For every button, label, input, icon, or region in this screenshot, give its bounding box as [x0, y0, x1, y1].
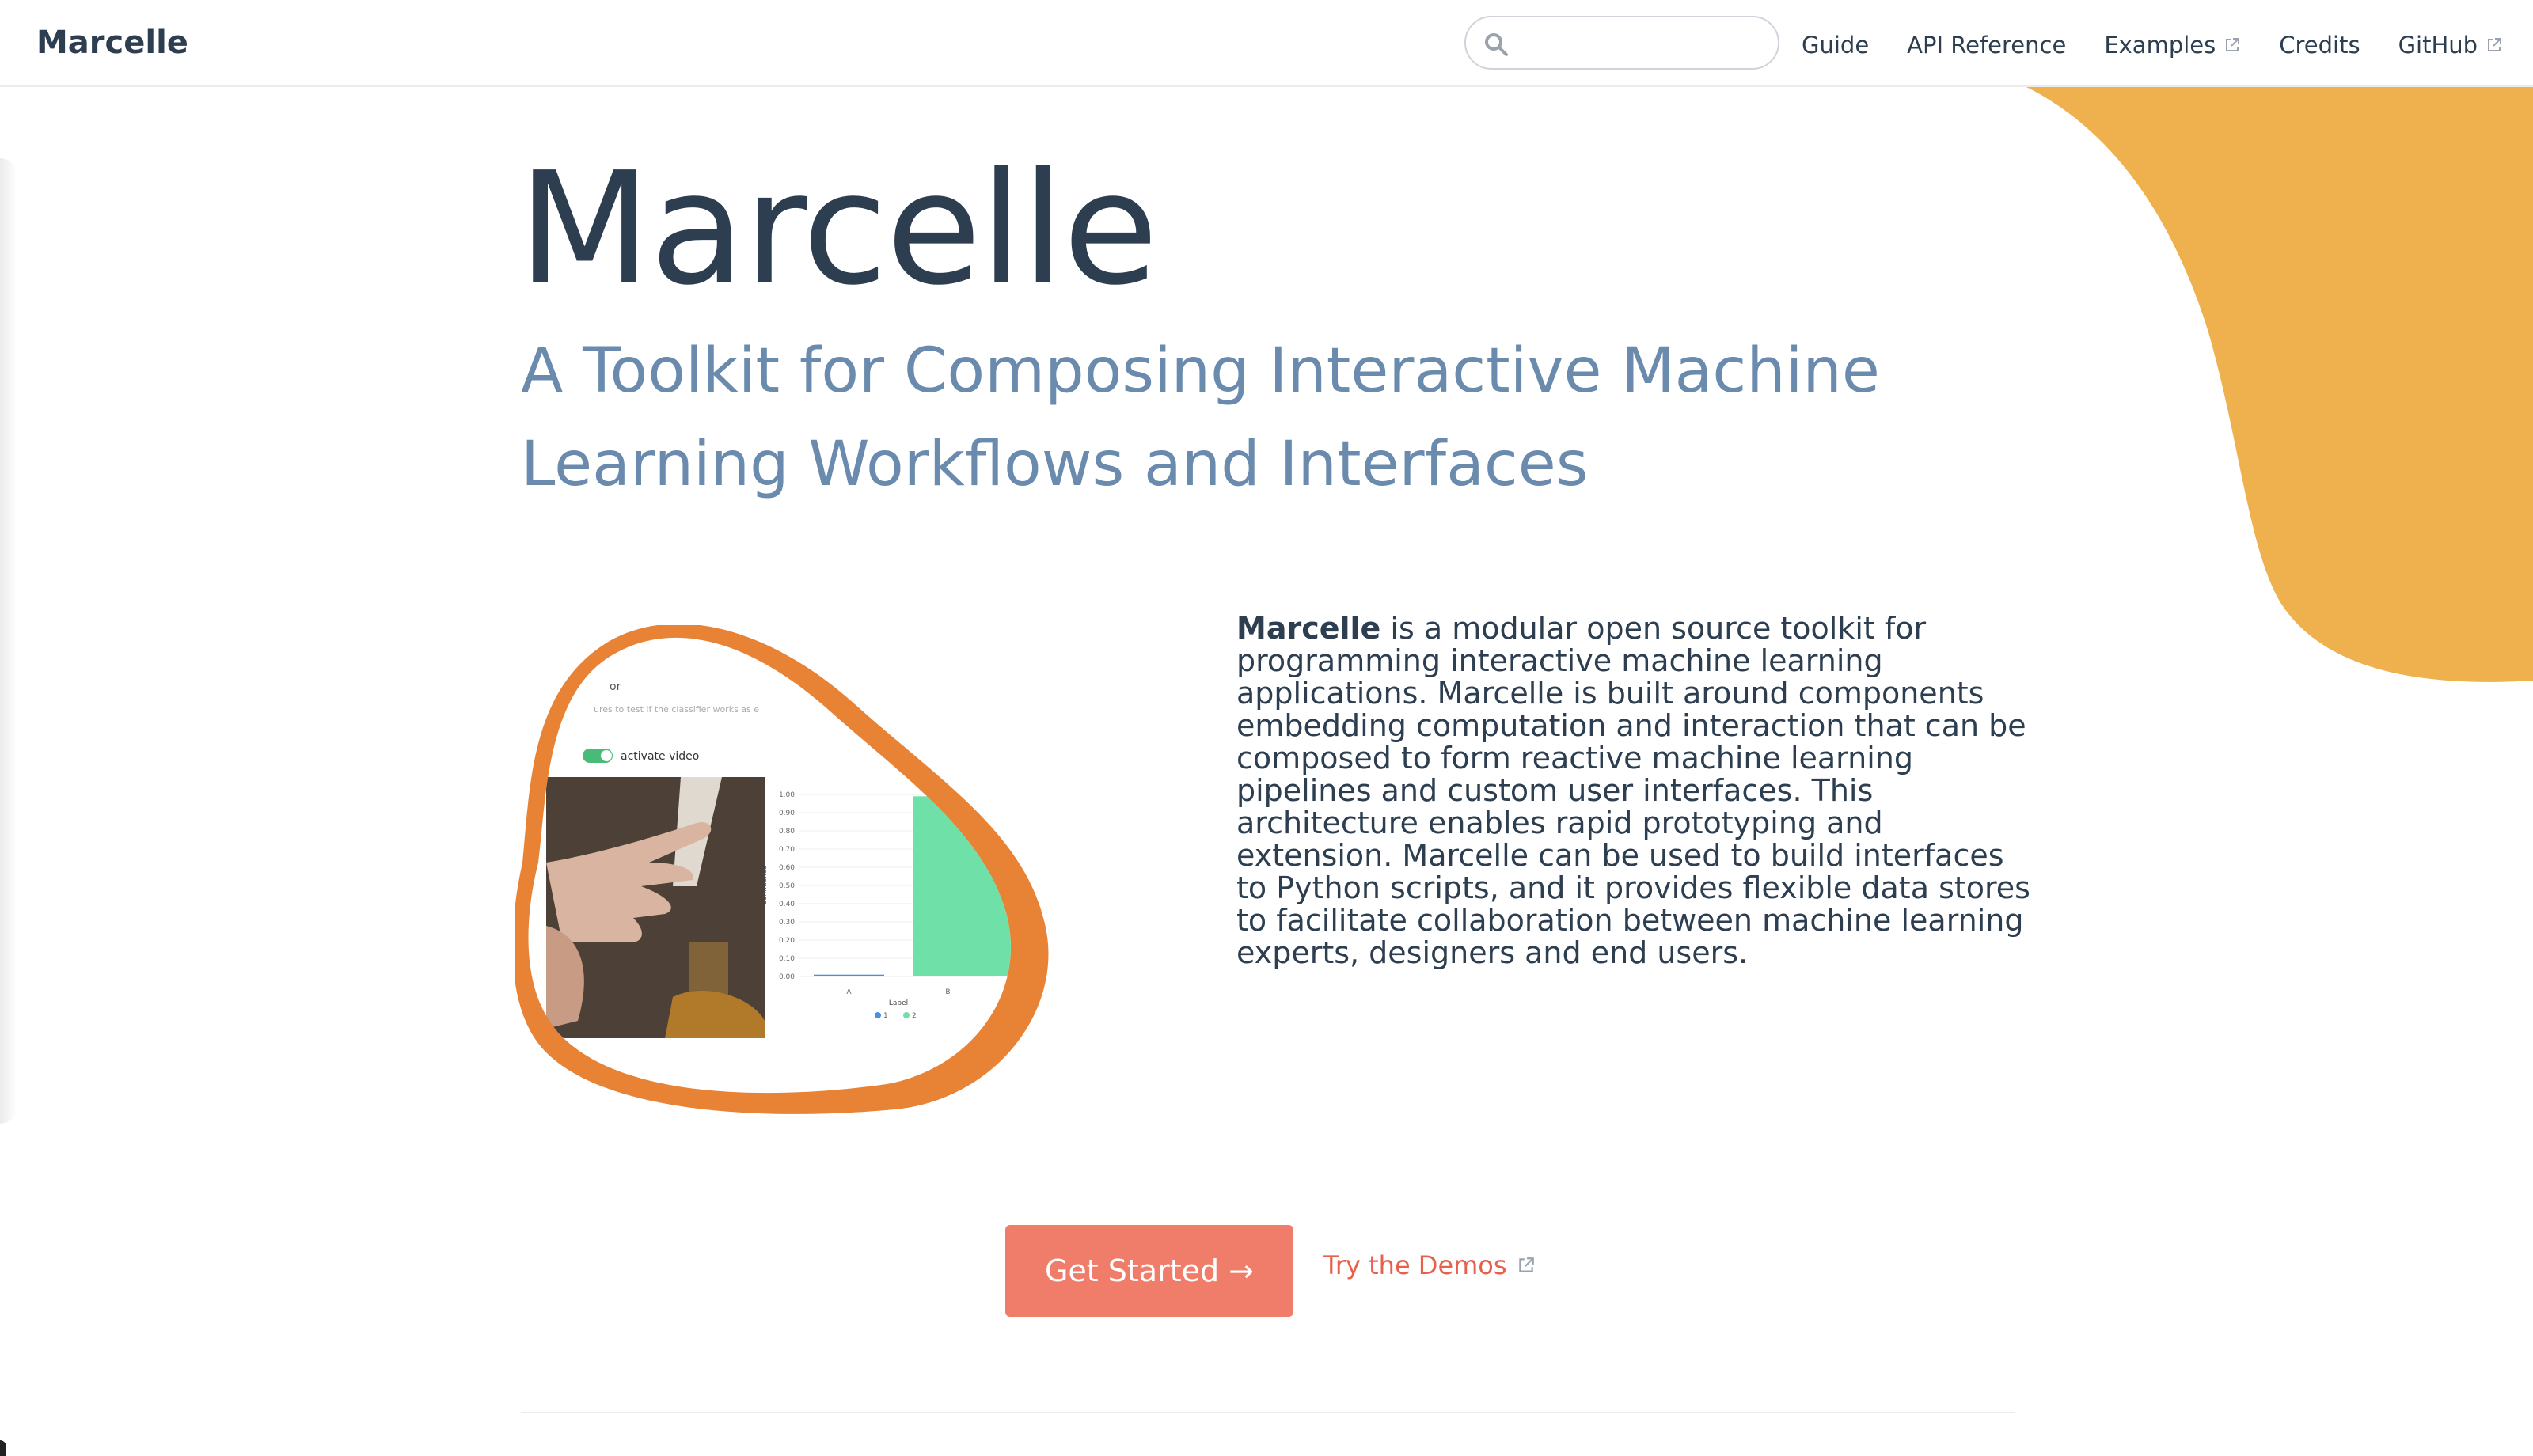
nav-link-label: Credits	[2279, 32, 2360, 59]
chart-y-label: Confidence	[761, 865, 769, 905]
hero-description: Marcelle is a modular open source toolki…	[1236, 612, 2036, 969]
nav-link-label: GitHub	[2398, 32, 2478, 59]
preview-caption-fragment: ures to test if the classifier works as …	[594, 704, 759, 715]
nav-link-github[interactable]: GitHub	[2398, 32, 2504, 59]
nav-link-guide[interactable]: Guide	[1802, 32, 1869, 59]
chart-y-tick: 0.70	[779, 846, 795, 854]
nav-link-examples[interactable]: Examples	[2104, 32, 2241, 59]
search-icon	[1485, 33, 1508, 56]
chart-y-tick: 0.60	[779, 864, 795, 872]
hero-title: Marcelle	[518, 139, 1158, 320]
chart-legend-label: 2	[912, 1012, 917, 1020]
section-divider	[521, 1412, 2015, 1413]
external-link-icon	[2488, 38, 2502, 51]
try-demos-link[interactable]: Try the Demos	[1323, 1250, 1536, 1280]
chart-x-tick: A	[846, 988, 852, 996]
search-box[interactable]	[1464, 16, 1779, 70]
nav-link-label: Examples	[2104, 32, 2216, 59]
chart-y-tick: 0.10	[779, 955, 795, 963]
chart-y-tick: 0.00	[779, 973, 795, 981]
preview-heading-fragment: or	[610, 681, 621, 693]
chart-bar	[814, 974, 884, 976]
description-brand: Marcelle	[1236, 611, 1381, 646]
preview-toggle-knob	[601, 750, 612, 761]
chart-legend-swatch	[903, 1012, 910, 1018]
external-link-icon	[2226, 38, 2240, 51]
chart-legend-label: 1	[883, 1012, 888, 1020]
site-brand[interactable]: Marcelle	[36, 22, 188, 63]
get-started-button[interactable]: Get Started →	[1005, 1225, 1293, 1317]
chart-x-tick: B	[945, 988, 950, 996]
chart-y-tick: 0.40	[779, 901, 795, 908]
get-started-label: Get Started →	[1044, 1253, 1255, 1288]
chart-x-label: Label	[889, 999, 908, 1007]
chart-y-tick: 0.20	[779, 937, 795, 945]
description-text: is a modular open source toolkit for pro…	[1236, 611, 2030, 970]
nav-links: Guide API Reference Examples Credits Git…	[1802, 25, 2503, 65]
nav-link-label: Guide	[1802, 32, 1870, 59]
page-corner	[0, 1440, 6, 1456]
chart-y-tick: 0.80	[779, 828, 795, 836]
search-input[interactable]	[1525, 25, 1762, 60]
chart-y-tick: 0.90	[779, 810, 795, 817]
hero-preview-illustration: or ures to test if the classifier works …	[515, 625, 1049, 1114]
chart-y-tick: 1.00	[779, 791, 795, 799]
external-link-icon	[1518, 1257, 1534, 1272]
top-navbar: Marcelle Guide API Reference Examples Cr…	[0, 0, 2533, 87]
try-demos-label: Try the Demos	[1323, 1250, 1507, 1280]
nav-link-credits[interactable]: Credits	[2279, 32, 2360, 59]
preview-toggle-label: activate video	[621, 750, 699, 763]
chart-y-tick: 0.30	[779, 919, 795, 927]
hero-subtitle: A Toolkit for Composing Interactive Mach…	[521, 336, 1880, 500]
chart-y-tick: 0.50	[779, 882, 795, 890]
chart-legend-swatch	[875, 1012, 881, 1018]
nav-link-api-reference[interactable]: API Reference	[1907, 32, 2066, 59]
page-edge-shadow	[0, 158, 17, 1124]
nav-link-label: API Reference	[1907, 32, 2067, 59]
